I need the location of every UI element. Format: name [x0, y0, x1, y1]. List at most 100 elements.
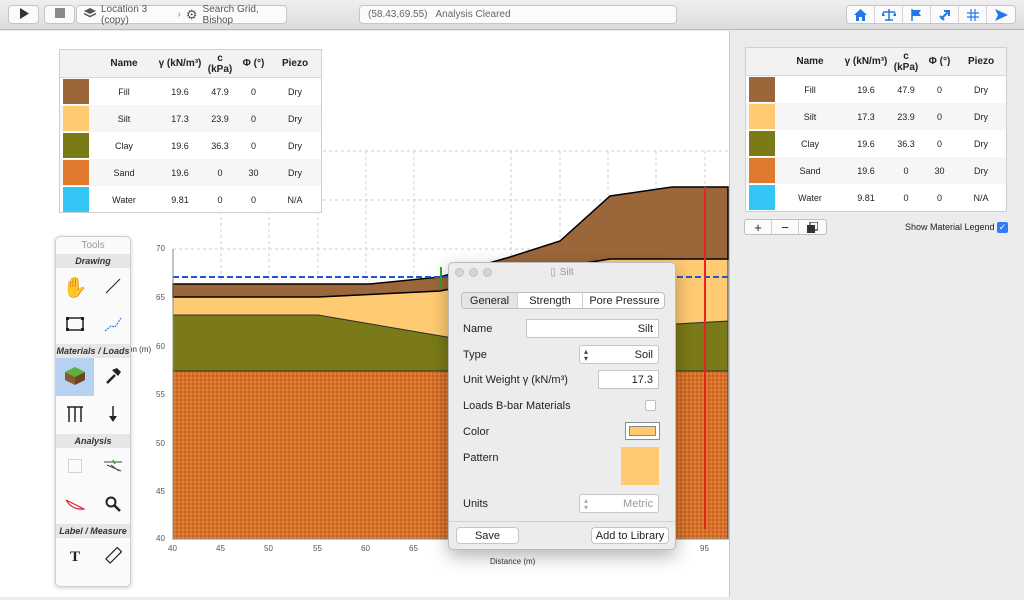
tab-pore-pressure[interactable]: Pore Pressure — [583, 293, 664, 308]
material-list-controls: + − — [744, 219, 827, 235]
material-piezo: Dry — [974, 84, 988, 95]
home-icon[interactable] — [847, 6, 875, 23]
material-unit-weight: 19.6 — [857, 165, 875, 176]
dialog-title: Silt — [559, 267, 574, 278]
material-phi: 0 — [250, 86, 256, 97]
col-cohesion: c (kPa) — [893, 50, 919, 73]
material-cohesion: 36.3 — [211, 140, 229, 151]
tab-strength[interactable]: Strength — [518, 293, 583, 308]
window-controls — [455, 268, 492, 277]
run-button[interactable] — [8, 5, 39, 24]
color-swatch — [749, 158, 775, 183]
material-row[interactable]: Silt 17.3 23.9 0 Dry — [60, 105, 321, 132]
material-piezo: Dry — [288, 140, 302, 151]
arrow-down-icon — [108, 405, 118, 426]
table-row[interactable]: Silt 17.3 23.9 0 Dry — [746, 103, 1006, 130]
select-region-tool[interactable] — [56, 306, 94, 344]
measure-tool[interactable] — [94, 538, 130, 576]
play-icon — [19, 7, 29, 22]
units-select[interactable]: ▴ ▾ Metric — [579, 494, 659, 513]
stop-button[interactable] — [44, 5, 75, 24]
add-to-library-button[interactable]: Add to Library — [591, 527, 669, 544]
materials-table[interactable]: Name γ (kN/m³) c (kPa) Φ (°) Piezo Fill … — [745, 47, 1007, 212]
material-name: Silt — [117, 113, 131, 124]
grid-icon[interactable] — [959, 6, 987, 23]
zoom-window-button[interactable] — [483, 268, 492, 277]
color-swatch — [63, 133, 89, 158]
entry-exit-tool[interactable] — [94, 448, 130, 486]
polyline-tool[interactable] — [94, 306, 130, 344]
type-select[interactable]: ▴ ▾ Soil — [579, 345, 659, 364]
minimize-window-button[interactable] — [469, 268, 478, 277]
section-drawing: Drawing — [56, 254, 130, 268]
dialog-titlebar[interactable]: ▯ Silt — [449, 263, 675, 282]
material-name: Clay — [114, 140, 133, 151]
name-field[interactable]: Silt — [526, 319, 659, 338]
x-tick-60: 60 — [361, 544, 370, 553]
material-unit-weight: 9.81 — [171, 194, 189, 205]
material-name: Water — [798, 192, 822, 203]
material-unit-weight: 17.3 — [857, 111, 875, 122]
support-tool[interactable] — [56, 396, 94, 434]
pattern-preview[interactable] — [621, 447, 659, 485]
material-row[interactable]: Sand 19.6 0 30 Dry — [60, 159, 321, 186]
line-tool[interactable] — [94, 268, 130, 306]
y-tick-70: 70 — [156, 244, 165, 253]
canvas-material-legend[interactable]: Name γ (kN/m³) c (kPa) Φ (°) Piezo Fill … — [59, 49, 322, 213]
save-button[interactable]: Save — [456, 527, 519, 544]
text-tool[interactable]: T — [56, 538, 94, 576]
material-row[interactable]: Clay 19.6 36.3 0 Dry — [60, 132, 321, 159]
query-tool[interactable] — [94, 486, 130, 524]
show-legend-checkbox[interactable]: ✓ — [997, 222, 1008, 233]
material-name: Sand — [113, 167, 135, 178]
search-grid-tool[interactable] — [56, 448, 94, 486]
material-row[interactable]: Fill 19.6 47.9 0 Dry — [60, 78, 321, 105]
table-row[interactable]: Fill 19.6 47.9 0 Dry — [746, 76, 1006, 103]
material-row[interactable]: Water 9.81 0 0 N/A — [60, 186, 321, 213]
send-icon[interactable] — [987, 6, 1015, 23]
load-tool[interactable] — [94, 396, 130, 434]
material-unit-weight: 9.81 — [857, 192, 875, 203]
breadcrumb-location[interactable]: Location 3 (copy) — [101, 4, 173, 26]
balance-icon[interactable] — [875, 6, 903, 23]
close-window-button[interactable] — [455, 268, 464, 277]
flag-icon[interactable] — [903, 6, 931, 23]
material-phi: 0 — [250, 113, 256, 124]
bbar-checkbox[interactable] — [645, 400, 656, 411]
unit-weight-field[interactable]: 17.3 — [598, 370, 659, 389]
color-swatch — [749, 185, 775, 210]
anchor-icon[interactable] — [931, 6, 959, 23]
color-label: Color — [463, 426, 490, 438]
pan-tool[interactable]: ✋ — [56, 268, 94, 306]
slip-surface-tool[interactable] — [56, 486, 94, 524]
y-tick-45: 45 — [156, 487, 165, 496]
section-materials-loads: Materials / Loads — [56, 344, 130, 358]
table-row[interactable]: Clay 19.6 36.3 0 Dry — [746, 130, 1006, 157]
tab-general[interactable]: General — [462, 293, 518, 308]
material-unit-weight: 19.6 — [857, 84, 875, 95]
material-unit-weight: 17.3 — [171, 113, 189, 124]
material-tool[interactable] — [56, 358, 94, 396]
breadcrumb[interactable]: Location 3 (copy) › ⚙ Search Grid, Bisho… — [76, 4, 287, 26]
duplicate-material-button[interactable] — [799, 220, 826, 234]
type-label: Type — [463, 349, 487, 361]
remove-material-button[interactable]: − — [772, 220, 799, 234]
anchor-tool[interactable] — [94, 358, 130, 396]
material-cohesion: 0 — [903, 165, 909, 176]
breadcrumb-search[interactable]: Search Grid, Bishop — [203, 4, 286, 26]
material-piezo: Dry — [974, 138, 988, 149]
chevron-updown-icon: ▴ ▾ — [584, 346, 589, 363]
table-row[interactable]: Water 9.81 0 0 N/A — [746, 184, 1006, 211]
status-coords: (58.43,69.55) — [368, 9, 428, 20]
add-material-button[interactable]: + — [745, 220, 772, 234]
material-phi: 0 — [250, 194, 256, 205]
table-row[interactable]: Sand 19.6 0 30 Dry — [746, 157, 1006, 184]
y-tick-55: 55 — [156, 390, 165, 399]
material-phi: 30 — [248, 167, 259, 178]
material-phi: 30 — [934, 165, 945, 176]
color-well[interactable] — [625, 422, 660, 440]
y-tick-40: 40 — [156, 534, 165, 543]
soil-cube-icon — [64, 366, 86, 389]
color-swatch — [63, 106, 89, 131]
material-cohesion: 0 — [903, 192, 909, 203]
